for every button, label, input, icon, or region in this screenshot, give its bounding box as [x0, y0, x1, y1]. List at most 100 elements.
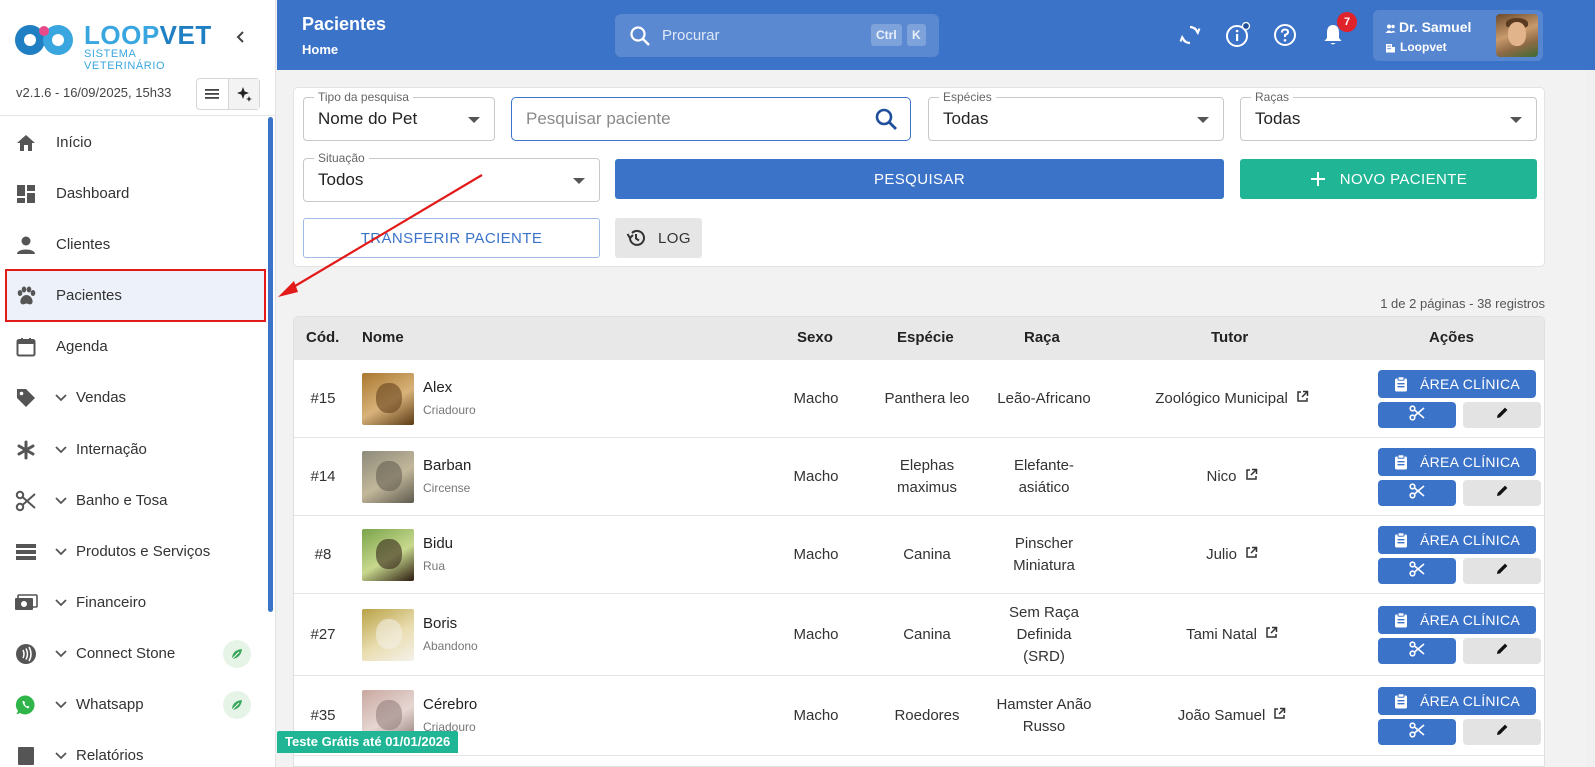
- edit-patient-button[interactable]: [1463, 719, 1541, 745]
- column-header-tutor[interactable]: Tutor: [1211, 329, 1248, 346]
- table-row[interactable]: #14 Barban Circense Macho Elephas maximus Elef…: [294, 438, 1544, 516]
- edit-patient-button[interactable]: [1463, 402, 1541, 428]
- pet-name[interactable]: Boris: [423, 615, 457, 632]
- sidebar-item-whatsapp[interactable]: Whatsapp: [6, 679, 265, 730]
- global-search-input[interactable]: Procurar Ctrl K: [615, 14, 939, 57]
- area-clinica-button[interactable]: ÁREA CLÍNICA: [1378, 526, 1536, 554]
- edit-patient-button[interactable]: [1463, 480, 1541, 506]
- building-icon: [1386, 44, 1395, 53]
- sidebar-scrollbar[interactable]: [268, 117, 273, 612]
- pencil-icon: [1495, 723, 1509, 742]
- sidebar-item-relatorios[interactable]: Relatórios: [6, 730, 265, 767]
- sidebar-item-banho-e-tosa[interactable]: Banho e Tosa: [6, 475, 265, 526]
- table-row[interactable]: #35 Cérebro Criadouro Macho Roedores Hamster …: [294, 676, 1544, 756]
- edit-patient-button[interactable]: [1463, 638, 1541, 664]
- banho-tosa-button[interactable]: [1378, 402, 1456, 428]
- area-clinica-button[interactable]: ÁREA CLÍNICA: [1378, 448, 1536, 476]
- help-button[interactable]: [1270, 20, 1300, 50]
- page-scrollbar[interactable]: [1586, 70, 1595, 767]
- table-row[interactable]: #27 Boris Abandono Macho Canina Sem Raça Defin…: [294, 594, 1544, 676]
- column-header-raca[interactable]: Raça: [1024, 329, 1060, 346]
- sidebar-item-connect-stone[interactable]: Connect Stone: [6, 628, 265, 679]
- breadcrumb[interactable]: Home: [302, 42, 338, 57]
- ai-sparkle-button[interactable]: [227, 79, 259, 109]
- menu-list-button[interactable]: [197, 79, 228, 109]
- table-row[interactable]: #15 Alex Criadouro Macho Panthera leo Leão-Af…: [294, 360, 1544, 438]
- sidebar-item-inicio[interactable]: Início: [6, 117, 265, 168]
- sidebar-item-vendas[interactable]: Vendas: [6, 372, 265, 423]
- pesquisar-button[interactable]: PESQUISAR: [615, 159, 1224, 199]
- log-button[interactable]: LOG: [615, 218, 702, 258]
- external-link-icon[interactable]: [1245, 544, 1258, 566]
- area-clinica-button[interactable]: ÁREA CLÍNICA: [1378, 370, 1536, 398]
- tutor-link[interactable]: Julio: [1206, 546, 1237, 563]
- banho-tosa-button[interactable]: [1378, 558, 1456, 584]
- sidebar-item-label: Banho e Tosa: [76, 492, 168, 509]
- situacao-select[interactable]: Situação Todos: [303, 151, 600, 202]
- app-logo[interactable]: LOOPVET SISTEMA VETERINÁRIO: [14, 18, 214, 72]
- sidebar-item-internacao[interactable]: Internação: [6, 424, 265, 475]
- pet-name[interactable]: Cérebro: [423, 696, 477, 713]
- chevron-down-icon: [50, 649, 72, 658]
- dropdown-arrow-icon: [1197, 117, 1209, 123]
- table-row[interactable]: #8 Bidu Rua Macho Canina Pinscher Miniatura Jul…: [294, 516, 1544, 594]
- sparkle-icon: [236, 87, 252, 102]
- area-clinica-button[interactable]: ÁREA CLÍNICA: [1378, 687, 1536, 715]
- banho-tosa-button[interactable]: [1378, 480, 1456, 506]
- transferir-paciente-button[interactable]: TRANSFERIR PACIENTE: [303, 218, 600, 258]
- area-clinica-button[interactable]: ÁREA CLÍNICA: [1378, 606, 1536, 634]
- tag-icon: [8, 387, 44, 409]
- column-header-sexo[interactable]: Sexo: [797, 329, 833, 346]
- external-link-icon[interactable]: [1245, 466, 1258, 488]
- external-link-icon[interactable]: [1265, 624, 1278, 646]
- pet-name[interactable]: Alex: [423, 379, 452, 396]
- pencil-icon: [1495, 642, 1509, 661]
- pet-photo[interactable]: [362, 609, 414, 661]
- pet-photo[interactable]: [362, 373, 414, 425]
- column-header-especie[interactable]: Espécie: [897, 329, 954, 346]
- pet-name[interactable]: Barban: [423, 457, 471, 474]
- edit-patient-button[interactable]: [1463, 558, 1541, 584]
- trial-badge[interactable]: Teste Grátis até 01/01/2026: [277, 731, 459, 753]
- sidebar-item-pacientes[interactable]: Pacientes: [5, 269, 266, 322]
- sidebar-item-dashboard[interactable]: Dashboard: [6, 168, 265, 219]
- search-icon[interactable]: [874, 107, 898, 136]
- sidebar-item-label: Internação: [76, 441, 147, 458]
- banho-tosa-button[interactable]: [1378, 638, 1456, 664]
- cell-cod: #8: [314, 546, 332, 563]
- banho-tosa-button[interactable]: [1378, 719, 1456, 745]
- sync-button[interactable]: [1175, 20, 1205, 50]
- column-header-cod[interactable]: Cód.: [306, 329, 339, 346]
- sync-icon: [1179, 25, 1201, 45]
- especies-select[interactable]: Espécies Todas: [928, 90, 1224, 141]
- racas-select[interactable]: Raças Todas: [1240, 90, 1537, 141]
- pet-photo[interactable]: [362, 451, 414, 503]
- user-name: Dr. Samuel: [1385, 19, 1471, 35]
- patient-search-input[interactable]: Pesquisar paciente: [511, 97, 911, 141]
- cell-sexo: Macho: [793, 626, 839, 643]
- sidebar-item-agenda[interactable]: Agenda: [6, 321, 265, 372]
- cell-especie: Elephas maximus: [896, 457, 957, 496]
- info-button[interactable]: [1223, 20, 1253, 50]
- chevron-down-icon: [50, 445, 72, 454]
- tipo-pesquisa-select[interactable]: Tipo da pesquisa Nome do Pet: [303, 90, 495, 141]
- tutor-link[interactable]: João Samuel: [1178, 707, 1266, 724]
- tutor-link[interactable]: Zoológico Municipal: [1155, 390, 1288, 407]
- collapse-sidebar-button[interactable]: [228, 24, 254, 50]
- tutor-link[interactable]: Nico: [1206, 468, 1236, 485]
- pet-name[interactable]: Bidu: [423, 535, 453, 552]
- sidebar-item-financeiro[interactable]: Financeiro: [6, 577, 265, 628]
- novo-paciente-button[interactable]: NOVO PACIENTE: [1240, 159, 1537, 199]
- sidebar-item-clientes[interactable]: Clientes: [6, 219, 265, 270]
- cell-sexo: Macho: [793, 546, 839, 563]
- cell-tutor: Julio: [1114, 544, 1350, 566]
- tutor-link[interactable]: Tami Natal: [1186, 626, 1257, 643]
- external-link-icon[interactable]: [1296, 388, 1309, 410]
- notification-count-badge: 7: [1337, 12, 1357, 32]
- user-menu[interactable]: Dr. Samuel Loopvet: [1373, 10, 1543, 61]
- menu-icon: [205, 89, 220, 99]
- external-link-icon[interactable]: [1273, 705, 1286, 727]
- pet-photo[interactable]: [362, 529, 414, 581]
- sidebar-item-produtos-e-servicos[interactable]: Produtos e Serviços: [6, 526, 265, 577]
- column-header-nome[interactable]: Nome: [362, 329, 404, 346]
